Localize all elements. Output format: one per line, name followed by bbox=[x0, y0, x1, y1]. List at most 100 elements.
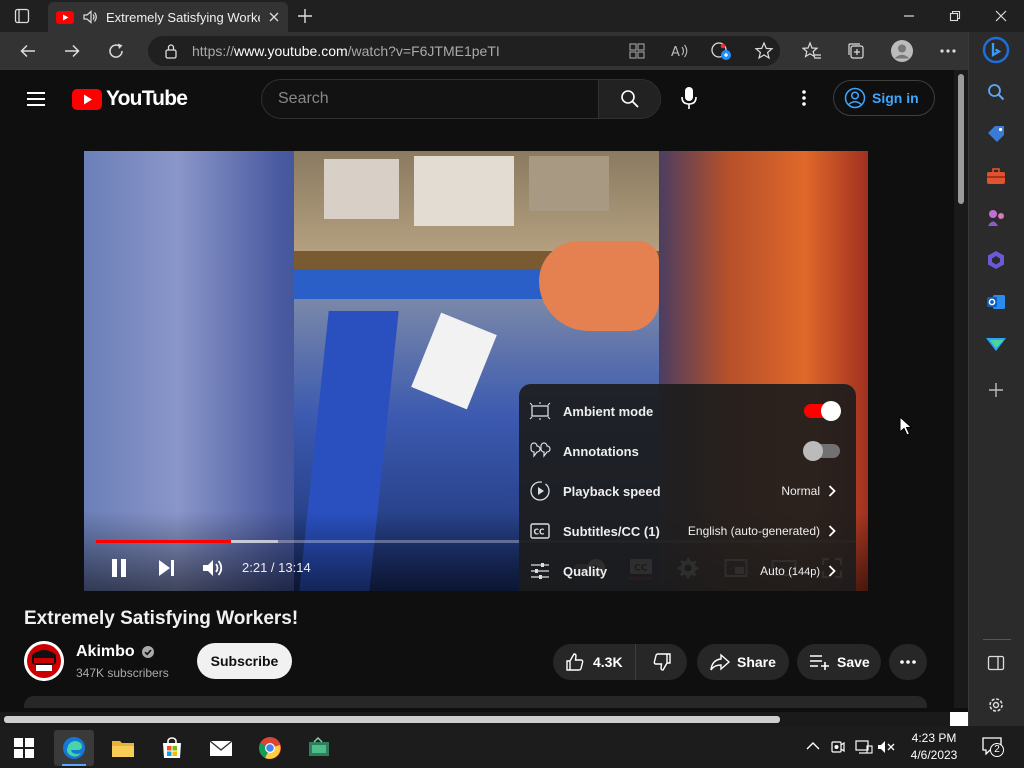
add-favorite-icon[interactable] bbox=[754, 41, 774, 61]
network-icon[interactable] bbox=[855, 740, 873, 754]
restore-window-icon[interactable] bbox=[932, 0, 978, 32]
sidebar-search-icon[interactable] bbox=[982, 78, 1010, 106]
menu-item-annotations[interactable]: Annotations bbox=[519, 431, 856, 471]
tab-actions-icon[interactable] bbox=[14, 8, 30, 24]
browser-toolbar: https://www.youtube.com/watch?v=F6JTME1p… bbox=[0, 32, 1024, 70]
annotations-toggle[interactable] bbox=[803, 441, 840, 461]
read-aloud-icon[interactable]: A bbox=[670, 42, 690, 60]
edge-taskbar-icon[interactable] bbox=[54, 730, 94, 766]
tools-icon[interactable] bbox=[982, 162, 1010, 190]
horizontal-scrollbar[interactable] bbox=[0, 712, 968, 726]
subscriber-count: 347K subscribers bbox=[76, 666, 169, 680]
favorites-icon[interactable] bbox=[798, 37, 826, 65]
add-sidebar-app-icon[interactable] bbox=[982, 376, 1010, 404]
youtube-favicon-icon bbox=[56, 10, 74, 24]
profile-avatar-icon[interactable] bbox=[888, 37, 916, 65]
chevron-right-icon bbox=[828, 485, 836, 497]
file-explorer-icon[interactable] bbox=[103, 730, 143, 766]
vertical-scrollbar[interactable] bbox=[954, 70, 968, 708]
progress-played bbox=[96, 540, 232, 543]
drop-icon[interactable] bbox=[982, 330, 1010, 358]
youtube-logo-text: YouTube bbox=[106, 87, 188, 110]
menu-item-quality[interactable]: Quality Auto (144p) bbox=[519, 551, 856, 591]
close-window-icon[interactable] bbox=[978, 0, 1024, 32]
shopping-icon[interactable] bbox=[982, 120, 1010, 148]
outlook-icon[interactable] bbox=[982, 288, 1010, 316]
verified-icon bbox=[141, 645, 155, 659]
settings-dots-icon[interactable] bbox=[801, 89, 807, 107]
back-icon[interactable] bbox=[14, 37, 42, 65]
menu-item-playback-speed[interactable]: Playback speed Normal bbox=[519, 471, 856, 511]
youtube-page: YouTube Search Sign in 2:21 / 13:14 Ambi… bbox=[0, 70, 968, 708]
minimize-window-icon[interactable] bbox=[886, 0, 932, 32]
forward-icon[interactable] bbox=[58, 37, 86, 65]
meet-now-icon[interactable] bbox=[831, 739, 845, 755]
like-count: 4.3K bbox=[593, 654, 623, 670]
pause-button[interactable] bbox=[104, 553, 134, 583]
refresh-icon[interactable] bbox=[102, 37, 130, 65]
share-button[interactable]: Share bbox=[697, 644, 789, 680]
chrome-icon[interactable] bbox=[250, 730, 290, 766]
sidebar-settings-icon[interactable] bbox=[982, 691, 1010, 719]
scrollbar-thumb[interactable] bbox=[958, 74, 964, 204]
show-hidden-icons-icon[interactable] bbox=[806, 740, 820, 752]
collections-icon[interactable] bbox=[842, 37, 870, 65]
voice-search-icon[interactable] bbox=[680, 86, 698, 110]
tracking-prevention-icon[interactable] bbox=[710, 41, 732, 61]
hide-sidebar-icon[interactable] bbox=[982, 649, 1010, 677]
browser-tab-strip: Extremely Satisfying Workers! bbox=[0, 0, 1024, 32]
menu-item-subtitles[interactable]: CC Subtitles/CC (1) English (auto-genera… bbox=[519, 511, 856, 551]
subscribe-button[interactable]: Subscribe bbox=[197, 643, 292, 679]
mail-icon[interactable] bbox=[201, 730, 241, 766]
tab-close-icon[interactable] bbox=[268, 11, 280, 23]
pause-icon bbox=[112, 559, 126, 577]
games-icon[interactable] bbox=[982, 204, 1010, 232]
windows-start-icon[interactable] bbox=[4, 730, 44, 766]
like-button[interactable]: 4.3K bbox=[553, 644, 636, 680]
youtube-logo[interactable]: YouTube bbox=[72, 87, 188, 111]
next-button[interactable] bbox=[151, 553, 181, 583]
microsoft-365-icon[interactable] bbox=[982, 246, 1010, 274]
browser-tab[interactable]: Extremely Satisfying Workers! bbox=[48, 2, 288, 32]
subtitles-icon: CC bbox=[529, 520, 551, 542]
new-tab-icon[interactable] bbox=[296, 7, 314, 25]
channel-name[interactable]: Akimbo bbox=[76, 643, 155, 661]
volume-muted-icon[interactable] bbox=[877, 740, 895, 754]
add-to-playlist-icon bbox=[810, 655, 829, 670]
taskbar-clock[interactable]: 4:23 PM 4/6/2023 bbox=[898, 730, 970, 764]
menu-icon[interactable] bbox=[26, 91, 46, 107]
sign-in-button[interactable]: Sign in bbox=[833, 80, 935, 116]
search-button[interactable] bbox=[598, 80, 660, 118]
progress-loaded bbox=[231, 540, 278, 543]
notifications-button[interactable]: 2 bbox=[982, 737, 1006, 757]
quality-icon bbox=[529, 560, 551, 582]
video-player[interactable]: 2:21 / 13:14 CC Ambient mode bbox=[84, 151, 868, 591]
ambient-mode-toggle[interactable] bbox=[804, 401, 841, 421]
more-options-icon[interactable] bbox=[934, 37, 962, 65]
channel-avatar[interactable] bbox=[24, 641, 64, 681]
app-available-icon[interactable] bbox=[628, 42, 646, 60]
search-input[interactable]: Search bbox=[262, 90, 598, 108]
menu-item-value: Normal bbox=[781, 484, 836, 498]
save-button[interactable]: Save bbox=[797, 644, 881, 680]
clock-time: 4:23 PM bbox=[911, 731, 957, 745]
lock-icon[interactable] bbox=[164, 43, 178, 59]
more-actions-button[interactable] bbox=[889, 644, 927, 680]
url-host: www.youtube.com bbox=[234, 43, 348, 59]
menu-item-ambient-mode[interactable]: Ambient mode bbox=[519, 391, 856, 431]
annotations-icon bbox=[529, 440, 551, 462]
next-icon bbox=[159, 560, 174, 576]
search-icon bbox=[620, 90, 639, 108]
description-box[interactable] bbox=[24, 696, 927, 708]
volume-button[interactable] bbox=[198, 553, 228, 583]
like-dislike-group: 4.3K bbox=[553, 644, 687, 680]
tab-audio-icon[interactable] bbox=[82, 9, 98, 25]
microsoft-store-icon[interactable] bbox=[152, 730, 192, 766]
bing-chat-icon[interactable] bbox=[982, 36, 1010, 64]
dislike-button[interactable] bbox=[637, 644, 687, 680]
url-path: /watch?v=F6JTME1peTI bbox=[347, 43, 500, 59]
address-bar[interactable]: https://www.youtube.com/watch?v=F6JTME1p… bbox=[148, 36, 780, 66]
scrollbar-corner bbox=[950, 712, 968, 726]
scrollbar-thumb[interactable] bbox=[4, 716, 780, 723]
app-taskbar-icon[interactable] bbox=[299, 730, 339, 766]
